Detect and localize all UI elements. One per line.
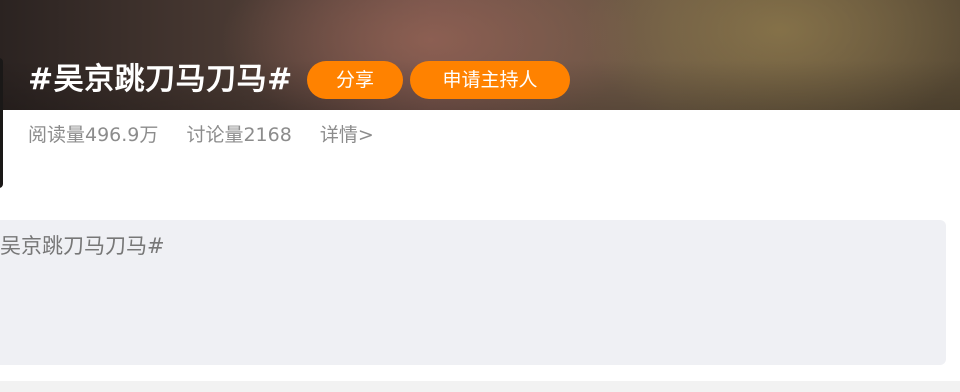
share-button[interactable]: 分享 <box>307 61 403 99</box>
composer-text[interactable]: 吴京跳刀马刀马# <box>0 230 165 262</box>
topic-stats: 阅读量496.9万 讨论量2168 详情> <box>28 120 396 150</box>
post-composer[interactable]: 吴京跳刀马刀马# <box>0 220 946 365</box>
discussion-count: 讨论量2168 <box>186 124 292 146</box>
section-divider <box>0 381 960 392</box>
topic-title: #吴京跳刀马刀马# <box>28 62 293 97</box>
topic-page: #吴京跳刀马刀马# 分享 申请主持人 阅读量496.9万 讨论量2168 详情>… <box>0 0 960 392</box>
topic-cover-image[interactable] <box>0 58 3 188</box>
apply-host-button[interactable]: 申请主持人 <box>410 61 570 99</box>
read-count: 阅读量496.9万 <box>28 124 159 146</box>
details-link[interactable]: 详情> <box>320 124 374 146</box>
